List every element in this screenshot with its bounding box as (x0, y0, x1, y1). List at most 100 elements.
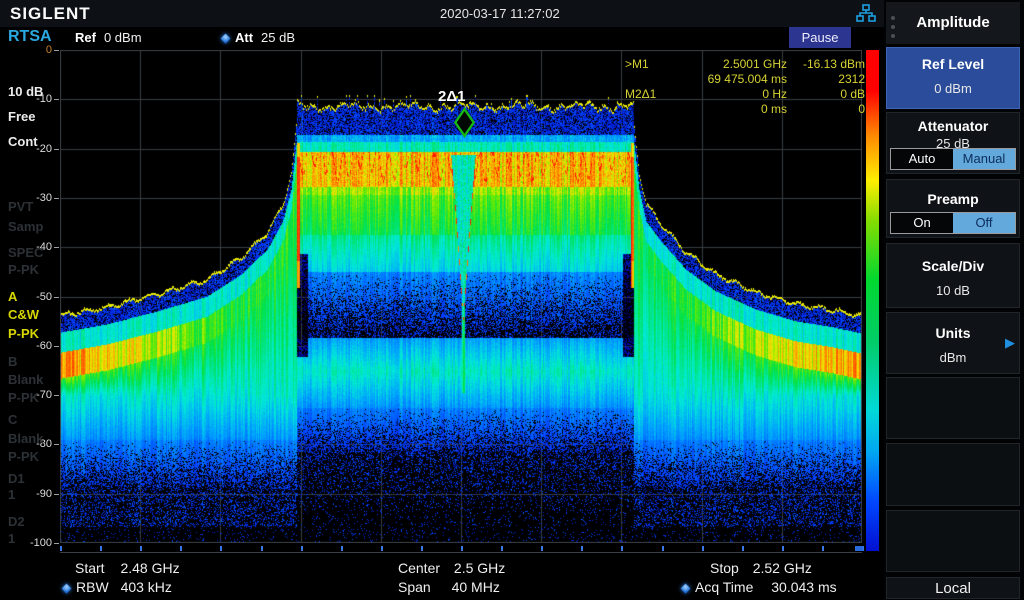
menu-empty-slot (886, 510, 1020, 572)
menu-ref-level[interactable]: Ref Level 0 dBm (886, 47, 1020, 109)
menu-units[interactable]: Units dBm ▶ (886, 312, 1020, 374)
pause-button[interactable]: Pause (789, 27, 851, 48)
density-colorbar (866, 50, 879, 551)
sidebar-item-free[interactable]: Free (8, 109, 35, 124)
y-axis-tick (54, 50, 59, 51)
y-axis-tick (54, 198, 59, 199)
rtsa-screen: SIGLENT 2020-03-17 11:27:02 RTSA Ref0 dB… (0, 0, 1024, 600)
rbw-readout[interactable]: RBW 403 kHz (63, 579, 172, 595)
sidebar-item-a[interactable]: A (8, 289, 17, 304)
preamp-off-option[interactable]: Off (953, 213, 1015, 233)
submenu-arrow-icon: ▶ (1005, 335, 1015, 351)
y-axis-tick (54, 297, 59, 298)
att-readout[interactable]: Att25 dB (222, 30, 295, 45)
y-axis-tick (54, 494, 59, 495)
y-axis-tick (54, 444, 59, 445)
sidebar-item-p-pk[interactable]: P-PK (8, 262, 39, 277)
start-freq-readout[interactable]: Start 2.48 GHz (75, 560, 180, 576)
datetime: 2020-03-17 11:27:02 (440, 6, 560, 21)
ref-value: 0 dBm (104, 30, 142, 45)
attenuator-toggle: Auto Manual (890, 148, 1016, 170)
y-axis-tick (54, 346, 59, 347)
sidebar-item-blank[interactable]: Blank (8, 431, 43, 446)
preamp-label: Preamp (887, 191, 1019, 207)
x-axis-tick (621, 546, 623, 551)
marker-table-cell: 69 475.004 ms (689, 72, 787, 87)
sidebar-item-spec[interactable]: SPEC (8, 245, 43, 260)
x-axis-tick (702, 546, 704, 551)
soft-menu-panel: Amplitude Ref Level 0 dBm Attenuator 25 … (884, 0, 1024, 600)
menu-attenuator[interactable]: Attenuator 25 dB Auto Manual (886, 112, 1020, 174)
sidebar-item-b[interactable]: B (8, 354, 17, 369)
preamp-on-option[interactable]: On (891, 213, 953, 233)
sidebar-item-d2[interactable]: D2 (8, 514, 25, 529)
attenuator-manual-option[interactable]: Manual (953, 149, 1015, 169)
acq-label: Acq Time (695, 579, 753, 595)
menu-empty-slot (886, 443, 1020, 506)
stop-label: Stop (710, 560, 739, 576)
sidebar-item-cont[interactable]: Cont (8, 134, 38, 149)
y-axis-label: -60 (6, 340, 52, 352)
y-axis-tick (54, 99, 59, 100)
marker-table-cell (621, 102, 689, 117)
x-axis-tick (581, 546, 583, 551)
x-axis-tick (341, 546, 343, 551)
y-axis-tick (54, 247, 59, 248)
rbw-label: RBW (76, 579, 109, 595)
marker-table-row: 0 ms0 (621, 102, 865, 117)
sidebar-item-p-pk[interactable]: P-PK (8, 326, 39, 341)
sidebar-item-samp[interactable]: Samp (8, 219, 43, 234)
sidebar-item-p-pk[interactable]: P-PK (8, 449, 39, 464)
marker-table-row: M2Δ10 Hz0 dB (621, 87, 865, 102)
stop-value: 2.52 GHz (753, 560, 812, 576)
x-axis-tick (782, 546, 784, 551)
sidebar-item-p-pk[interactable]: P-PK (8, 390, 39, 405)
x-axis-tick (220, 546, 222, 551)
center-freq-readout[interactable]: Center 2.5 GHz (398, 560, 505, 576)
sidebar-item-c-w[interactable]: C&W (8, 307, 39, 322)
y-axis-tick (54, 149, 59, 150)
acq-value: 30.043 ms (771, 579, 836, 595)
sidebar-item-c[interactable]: C (8, 412, 17, 427)
scale-div-label: Scale/Div (887, 258, 1019, 274)
attenuator-auto-option[interactable]: Auto (891, 149, 953, 169)
rbw-diamond-icon (62, 584, 72, 594)
sidebar-item-1[interactable]: 1 (8, 531, 15, 546)
sidebar-item-d1[interactable]: D1 (8, 471, 25, 486)
sidebar-item-1[interactable]: 1 (8, 487, 15, 502)
attenuator-label: Attenuator (887, 118, 1019, 134)
y-axis-tick (54, 395, 59, 396)
ref-label: Ref (75, 30, 96, 45)
marker-table-cell: 0 dB (787, 87, 865, 102)
y-axis-label: 0 (6, 44, 52, 56)
x-axis-tick (541, 546, 543, 551)
marker-table-cell: 2312 (787, 72, 865, 87)
marker-table-cell: -16.13 dBm (787, 57, 865, 72)
x-axis-line (60, 552, 862, 553)
span-value: 40 MHz (452, 579, 500, 595)
span-readout[interactable]: Span 40 MHz (398, 579, 500, 595)
x-axis-tick (140, 546, 142, 551)
x-axis-tick (60, 546, 62, 551)
sidebar-item-10-db[interactable]: 10 dB (8, 84, 43, 99)
menu-title: Amplitude (886, 14, 1020, 31)
scale-div-value: 10 dB (887, 283, 1019, 298)
att-diamond-icon (221, 34, 231, 44)
local-button[interactable]: Local (886, 577, 1020, 599)
menu-preamp[interactable]: Preamp On Off (886, 179, 1020, 238)
att-label: Att (235, 30, 253, 45)
x-axis-end-mark (855, 546, 863, 551)
network-icon[interactable] (856, 4, 876, 28)
ref-readout[interactable]: Ref 0 dBm (75, 30, 142, 45)
acq-time-readout[interactable]: Acq Time 30.043 ms (682, 579, 837, 595)
stop-freq-readout[interactable]: Stop 2.52 GHz (710, 560, 812, 576)
menu-scale-div[interactable]: Scale/Div 10 dB (886, 243, 1020, 308)
x-axis-tick (662, 546, 664, 551)
sidebar-item-pvt[interactable]: PVT (8, 199, 33, 214)
sidebar-item-blank[interactable]: Blank (8, 372, 43, 387)
marker-table-cell: >M1 (621, 57, 689, 72)
start-label: Start (75, 560, 105, 576)
rbw-value: 403 kHz (121, 579, 172, 595)
x-axis-tick (421, 546, 423, 551)
x-axis-tick (742, 546, 744, 551)
